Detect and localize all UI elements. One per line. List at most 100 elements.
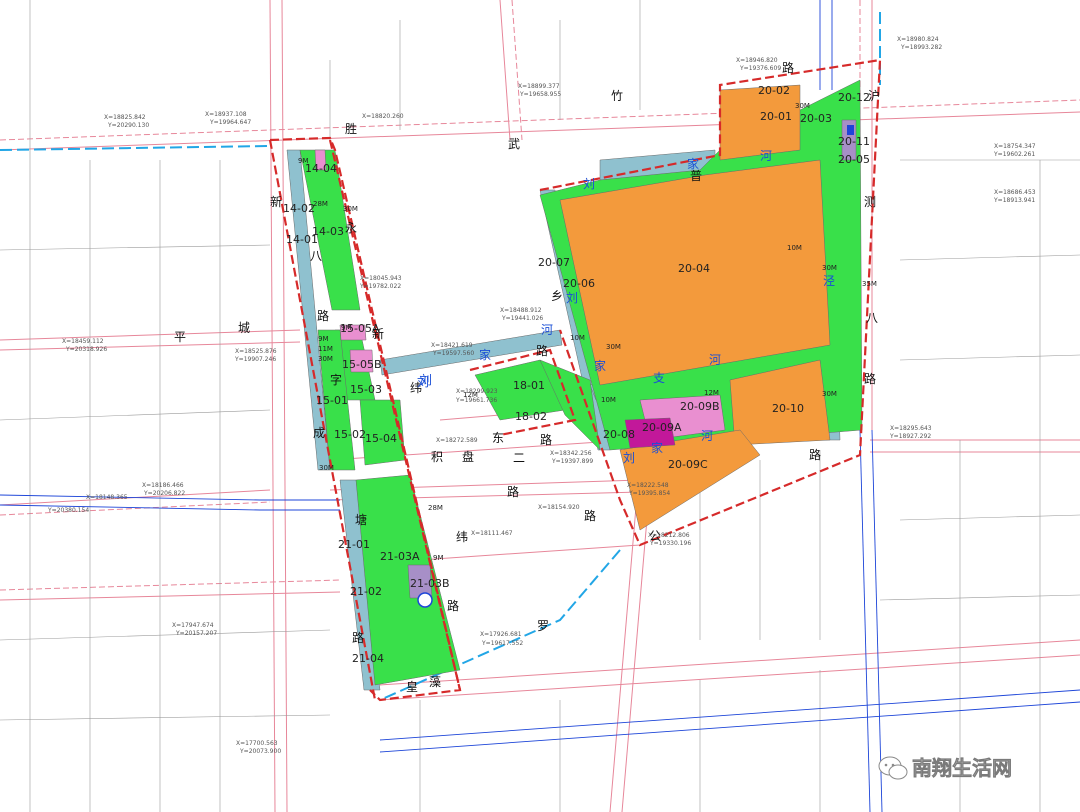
coordinate-label: X=18459.112 — [62, 338, 104, 345]
coordinate-label: Y=19395.854 — [628, 490, 670, 497]
coordinate-label: Y=19397.899 — [551, 458, 593, 465]
coordinate-label: Y=20073.900 — [239, 748, 281, 755]
coordinate-label: Y=19617.552 — [481, 640, 523, 647]
coordinate-label: X=18111.467 — [471, 530, 513, 537]
road-name: 成 — [313, 426, 325, 440]
road-name: 路 — [782, 60, 794, 75]
coordinate-label: X=18899.377 — [518, 83, 560, 90]
coordinate-label: X=18295.643 — [890, 425, 932, 432]
map-canvas: 14-0114-0214-0314-0415-0115-0215-0315-04… — [0, 0, 1080, 812]
coordinate-label: X=18525.876 — [235, 348, 277, 355]
watermark-text: 南翔生活网 — [912, 756, 1012, 780]
coordinate-label: X=18045.943 — [360, 275, 402, 282]
road-edge-line — [0, 501, 271, 516]
coordinate-label: Y=20380.154 — [47, 507, 89, 514]
road-name: 字 — [330, 372, 342, 387]
road-name: 八 — [866, 311, 878, 325]
road-name: 路 — [584, 508, 596, 523]
coordinate-label: Y=19661.736 — [455, 397, 497, 404]
coordinate-label: Y=19441.026 — [501, 315, 543, 322]
road-name: 路 — [536, 343, 548, 358]
road-name: 纬 — [456, 530, 468, 544]
parcel-label-14-04: 14-04 — [305, 162, 337, 175]
parcel-label-18-01: 18-01 — [513, 379, 545, 392]
road-width-label: 10M — [787, 244, 802, 252]
water-name: 河 — [541, 323, 553, 337]
road-width-label: 9M — [341, 324, 352, 332]
parcel-label-20-11: 20-11 — [838, 135, 870, 148]
road-name: 路 — [352, 630, 364, 645]
parcel-label-14-02: 14-02 — [283, 202, 315, 215]
coordinate-label: Y=19330.196 — [649, 540, 691, 547]
road-name: 新 — [270, 194, 282, 209]
parcel-label-20-07: 20-07 — [538, 256, 570, 269]
water-name: 泾 — [823, 274, 835, 288]
road-width-label: 28M — [313, 200, 328, 208]
street-line — [899, 254, 1080, 261]
road-width-label: 30M — [318, 355, 333, 363]
parcel-label-20-10: 20-10 — [772, 402, 804, 415]
street-line — [0, 409, 271, 421]
parcel-label-20-05: 20-05 — [838, 153, 870, 166]
parcel-label-15-04: 15-04 — [365, 432, 397, 445]
river-line — [379, 701, 1080, 753]
coordinate-label: X=18825.842 — [104, 114, 146, 121]
road-edge-line — [0, 99, 1080, 141]
coordinate-label: Y=19658.955 — [519, 91, 561, 98]
parcel-label-20-09b: 20-09B — [680, 400, 720, 413]
road-name: 乡 — [551, 289, 563, 303]
road-name: 路 — [447, 598, 459, 613]
road-edge-line — [499, 0, 511, 141]
road-width-label: 9M — [433, 554, 444, 562]
coordinate-label: X=18342.256 — [550, 450, 592, 457]
road-name: 藻 — [429, 675, 441, 689]
water-name: 家 — [651, 440, 663, 455]
coordinate-label: Y=20157.207 — [175, 630, 217, 637]
water-name: 河 — [760, 149, 772, 163]
parcel-label-20-03: 20-03 — [800, 112, 832, 125]
coordinate-label: X=18980.824 — [897, 36, 939, 43]
water-name: 刘 — [566, 291, 578, 305]
road-width-label: 11M — [318, 345, 333, 353]
road-name: 永 — [345, 221, 357, 235]
road-name: 二 — [513, 451, 525, 465]
parcel-label-20-12: 20-12 — [838, 91, 870, 104]
coordinate-label: Y=19964.647 — [209, 119, 251, 126]
road-edge-line — [0, 579, 341, 591]
coordinate-label: Y=20206.822 — [143, 490, 185, 497]
road-edge-line — [0, 591, 341, 601]
coordinate-label: X=18148.365 — [86, 494, 128, 501]
coordinate-label: X=18212.806 — [648, 532, 690, 539]
road-name: 路 — [864, 371, 876, 386]
parcel-label-20-04: 20-04 — [678, 262, 710, 275]
road-name: 东 — [492, 431, 504, 445]
wechat-icon — [878, 756, 908, 780]
water-name: 刘 — [583, 177, 595, 191]
coordinate-label: Y=18993.282 — [900, 44, 942, 51]
river-line — [859, 429, 871, 812]
road-edge-line — [419, 544, 641, 561]
coordinate-label: Y=19602.261 — [993, 151, 1035, 158]
road-width-label: 30M — [822, 264, 837, 272]
parcel-label-15-02: 15-02 — [334, 428, 366, 441]
road-name: 测 — [864, 195, 876, 209]
coordinate-label: Y=20318.926 — [65, 346, 107, 353]
parcel-label-20-09a: 20-09A — [642, 421, 682, 434]
parcel-label-20-09c: 20-09C — [668, 458, 708, 471]
coordinate-label: X=17926.681 — [480, 631, 522, 638]
parcel-label-21-01: 21-01 — [338, 538, 370, 551]
coordinate-label: X=18946.820 — [736, 57, 778, 64]
street-line — [899, 514, 1080, 521]
road-name: 八 — [310, 249, 322, 263]
coordinate-label: Y=19376.609 — [739, 65, 781, 72]
parcel-label-21-04: 21-04 — [352, 652, 384, 665]
parcel-label-15-01: 15-01 — [316, 394, 348, 407]
parcel-label-20-08: 20-08 — [603, 428, 635, 441]
parcel-label-21-02: 21-02 — [350, 585, 382, 598]
street-line — [0, 629, 331, 641]
road-edge-line — [0, 111, 1080, 151]
water-name: 家 — [687, 156, 699, 171]
road-width-label: 30M — [606, 343, 621, 351]
parcel-label-15-03: 15-03 — [350, 383, 382, 396]
river-line — [379, 689, 1080, 741]
